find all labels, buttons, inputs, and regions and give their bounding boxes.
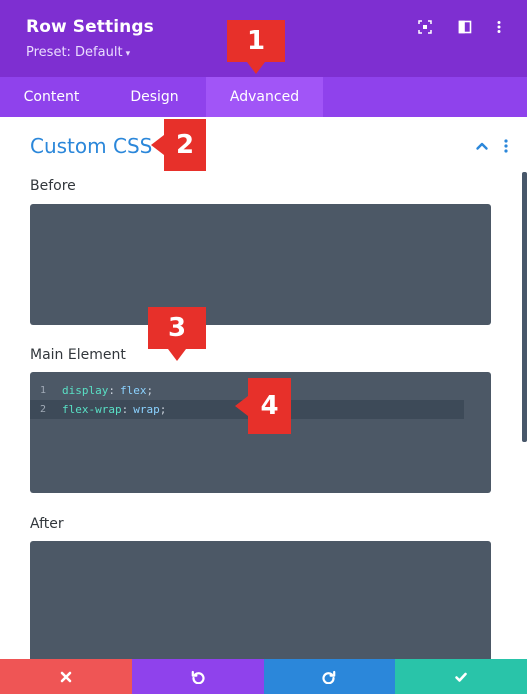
save-check-icon [455, 672, 467, 682]
save-button[interactable] [395, 659, 527, 694]
tab-design[interactable]: Design [103, 77, 206, 117]
callout-1: 1 [227, 20, 285, 74]
redo-button[interactable] [263, 659, 396, 694]
callout-2: 2 [151, 119, 206, 171]
settings-tabs: Content Design Advanced [0, 77, 527, 117]
preset-selector[interactable]: Preset: Default ▾ [26, 45, 130, 60]
css-property: flex-wrap [62, 403, 122, 416]
tab-advanced[interactable]: Advanced [206, 77, 323, 117]
callout-3: 3 [148, 307, 206, 361]
before-css-editor[interactable] [30, 204, 491, 325]
modal-footer [0, 659, 527, 694]
css-value: wrap [133, 403, 160, 416]
sidebar-layout-icon[interactable] [456, 18, 474, 36]
caret-down-icon: ▾ [125, 49, 131, 59]
undo-icon [191, 670, 205, 684]
line-number: 1 [39, 385, 47, 396]
redo-icon [322, 670, 336, 684]
cancel-icon [60, 671, 72, 682]
chevron-up-icon[interactable] [474, 138, 490, 154]
more-vertical-icon[interactable] [490, 18, 508, 36]
css-property: display [62, 384, 109, 397]
custom-css-section-title[interactable]: Custom CSS [30, 134, 152, 158]
css-value: flex [119, 384, 147, 397]
tab-content[interactable]: Content [0, 77, 103, 117]
focus-icon[interactable] [416, 18, 434, 36]
after-label: After [30, 516, 64, 532]
modal-title: Row Settings [26, 17, 154, 37]
callout-4: 4 [235, 378, 291, 434]
undo-button[interactable] [131, 659, 264, 694]
section-options-icon[interactable] [498, 138, 514, 154]
line-number: 2 [39, 404, 47, 415]
scrollbar-thumb[interactable] [522, 172, 527, 442]
preset-label: Preset: Default [26, 45, 123, 60]
before-label: Before [30, 178, 76, 194]
after-css-editor[interactable] [30, 541, 491, 666]
cancel-button[interactable] [0, 659, 132, 694]
main-element-label: Main Element [30, 347, 126, 363]
